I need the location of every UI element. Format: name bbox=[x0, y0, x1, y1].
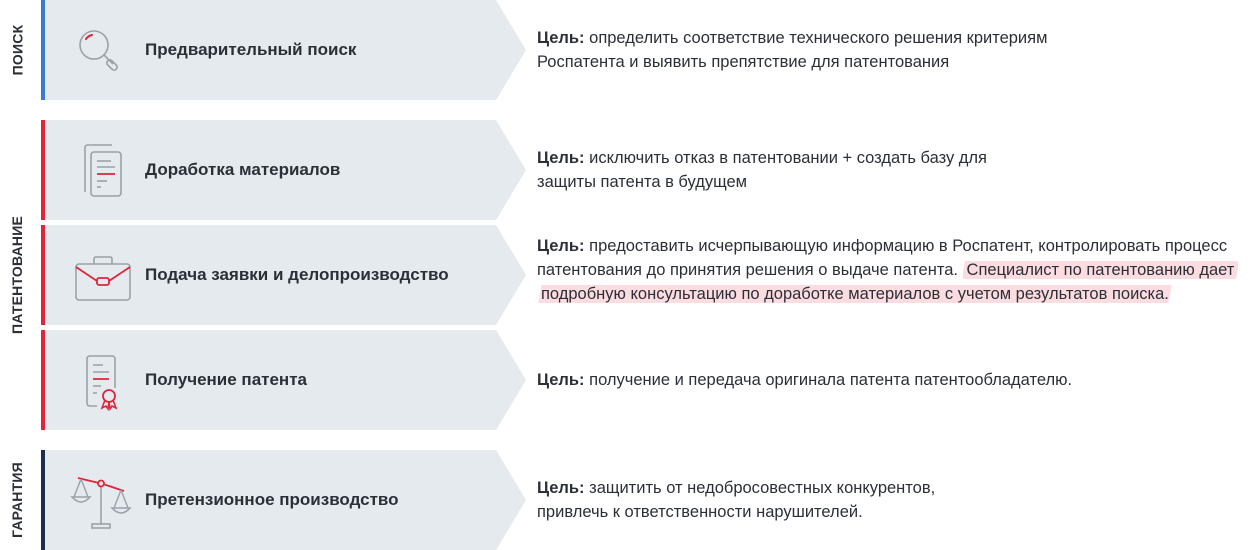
goal-label: Цель: bbox=[537, 371, 585, 389]
section-label-guarantee: ГАРАНТИЯ bbox=[0, 450, 34, 550]
stage-title: Подача заявки и делопроизводство bbox=[145, 225, 449, 325]
scales-icon bbox=[65, 464, 137, 536]
section-color-bar bbox=[41, 450, 45, 550]
stage-claims-proceedings: Претензионное производство bbox=[41, 450, 526, 550]
section-label-text: ПАТЕНТОВАНИЕ bbox=[9, 216, 25, 334]
stage-goal-text: Цель: исключить отказ в патентовании + с… bbox=[537, 146, 1017, 194]
section-color-bar bbox=[41, 225, 45, 325]
section-label-search: ПОИСК bbox=[0, 0, 34, 100]
section-color-bar bbox=[41, 0, 45, 100]
section-label-text: ПОИСК bbox=[9, 25, 25, 76]
goal-body: защитить от недобросовестных конкурентов… bbox=[537, 479, 935, 521]
stage-goal-text: Цель: получение и передача оригинала пат… bbox=[537, 368, 1237, 392]
documents-icon bbox=[65, 134, 137, 206]
goal-label: Цель: bbox=[537, 237, 585, 255]
goal-label: Цель: bbox=[537, 149, 585, 167]
goal-body: определить соответствие технического реш… bbox=[537, 29, 1047, 71]
stage-goal-text: Цель: определить соответствие техническо… bbox=[537, 26, 1097, 74]
stage-title: Получение патента bbox=[145, 330, 307, 430]
stage-materials-refinement: Доработка материалов bbox=[41, 120, 526, 220]
briefcase-icon bbox=[65, 239, 137, 311]
stage-title: Претензионное производство bbox=[145, 450, 399, 550]
certificate-icon bbox=[65, 344, 137, 416]
goal-body: исключить отказ в патентовании + создать… bbox=[537, 149, 987, 191]
section-color-bar bbox=[41, 330, 45, 430]
goal-label: Цель: bbox=[537, 479, 585, 497]
magnifier-icon bbox=[65, 14, 137, 86]
stage-application-filing: Подача заявки и делопроизводство bbox=[41, 225, 526, 325]
stage-patent-receipt: Получение патента bbox=[41, 330, 526, 430]
stage-goal-text: Цель: предоставить исчерпывающую информа… bbox=[537, 234, 1247, 306]
goal-body: получение и передача оригинала патента п… bbox=[585, 371, 1072, 389]
stage-goal-text: Цель: защитить от недобросовестных конку… bbox=[537, 476, 982, 524]
stage-preliminary-search: Предварительный поиск bbox=[41, 0, 526, 100]
section-label-patenting: ПАТЕНТОВАНИЕ bbox=[0, 120, 34, 430]
section-color-bar bbox=[41, 120, 45, 220]
goal-label: Цель: bbox=[537, 29, 585, 47]
section-label-text: ГАРАНТИЯ bbox=[9, 462, 25, 538]
stage-title: Доработка материалов bbox=[145, 120, 340, 220]
stage-title: Предварительный поиск bbox=[145, 0, 356, 100]
